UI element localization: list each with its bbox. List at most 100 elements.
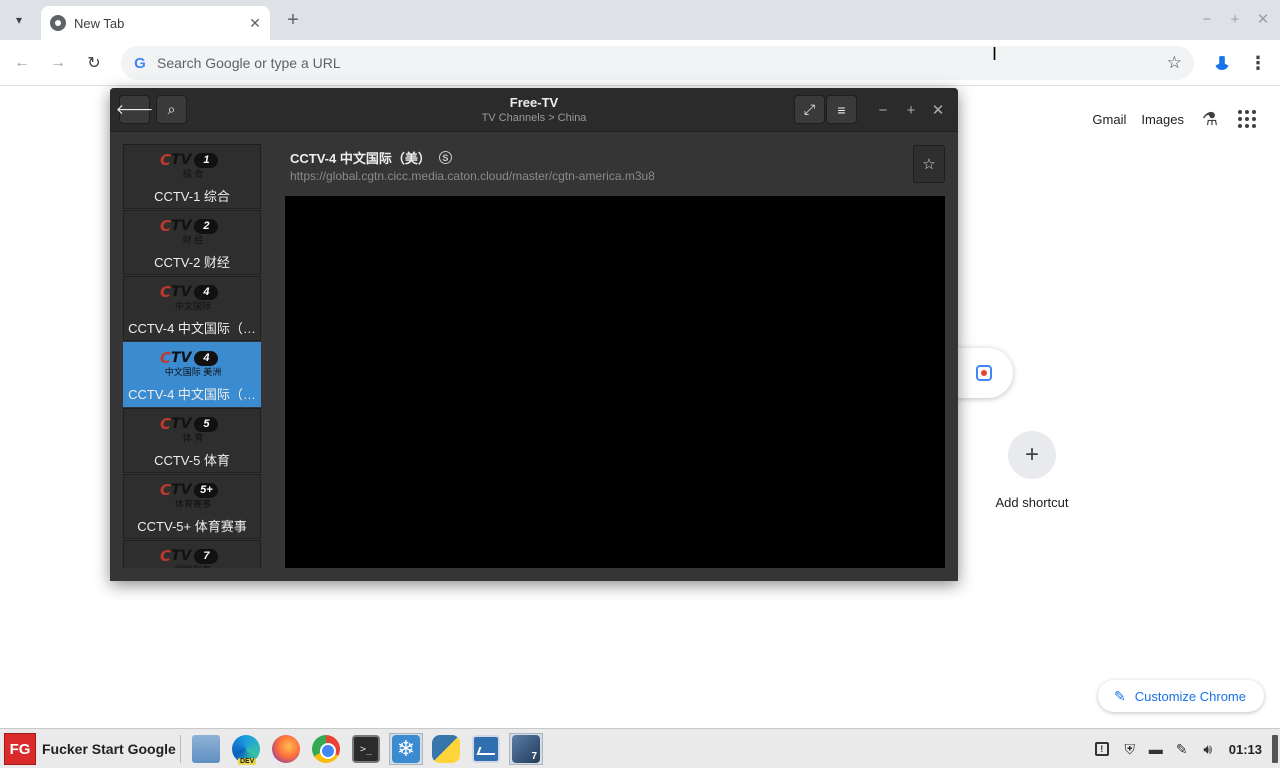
- text-cursor-icon: I: [992, 44, 998, 64]
- back-button[interactable]: ←: [10, 51, 34, 75]
- start-logo-icon: FG: [4, 733, 36, 765]
- labs-flask-icon[interactable]: ⚗: [1199, 108, 1221, 130]
- reload-button[interactable]: ↻: [82, 51, 106, 75]
- python-launcher[interactable]: [429, 733, 463, 765]
- menu-button[interactable]: ≡: [826, 95, 857, 124]
- free-tv-icon: [512, 735, 540, 763]
- minimize-icon[interactable]: −: [1198, 8, 1216, 30]
- profile-button[interactable]: [1210, 51, 1234, 75]
- tab-title: New Tab: [74, 15, 125, 31]
- logo-number: 5+: [194, 482, 219, 498]
- cctv-logo-icon: C TV 5+: [160, 481, 226, 499]
- logo-tv-text: TV: [171, 218, 192, 234]
- maximize-icon[interactable]: +: [901, 100, 921, 120]
- new-tab-button[interactable]: +: [282, 9, 304, 31]
- update-notifier-icon[interactable]: !: [1094, 742, 1109, 756]
- channel-item[interactable]: C TV 5 体 育 CCTV-5 体育: [123, 408, 261, 473]
- omnibox-input[interactable]: [157, 55, 1194, 71]
- close-icon[interactable]: ✕: [1254, 8, 1272, 30]
- channel-name: CCTV-4 中文国际（…: [128, 321, 256, 336]
- volume-icon[interactable]: 🔊︎: [1197, 738, 1219, 760]
- snowflake-icon: ❄: [392, 735, 420, 763]
- logo-tv-text: TV: [171, 350, 192, 366]
- pencil-icon: ✎: [1114, 687, 1126, 704]
- favorite-button[interactable]: ☆: [913, 145, 945, 183]
- shield-icon[interactable]: ⛨: [1119, 738, 1141, 760]
- logo-c-text: C: [160, 415, 171, 433]
- logo-number: 7: [194, 548, 219, 564]
- free-tv-launcher[interactable]: [509, 733, 543, 765]
- free-tv-window: 🡐 ⌕ Free-TV TV Channels > China ⤢ ≡ − + …: [110, 88, 958, 581]
- snowflake-launcher[interactable]: ❄: [389, 733, 423, 765]
- free-tv-headerbar: 🡐 ⌕ Free-TV TV Channels > China ⤢ ≡ − + …: [110, 88, 958, 132]
- cctv-logo-icon: C TV 4: [160, 283, 226, 301]
- stream-url: https://global.cgtn.cicc.media.caton.clo…: [290, 169, 655, 183]
- logo-subtitle: 中文国际 美洲: [164, 367, 222, 377]
- firefox-launcher[interactable]: [269, 733, 303, 765]
- cctv-logo-icon: C TV 7: [160, 547, 226, 565]
- maximize-icon[interactable]: +: [1226, 8, 1244, 30]
- channel-item[interactable]: CTV7国防军事: [123, 540, 261, 568]
- start-button[interactable]: FG Fucker Start Google: [4, 733, 176, 765]
- channel-item[interactable]: C TV 2 财 经 CCTV-2 财经: [123, 210, 261, 275]
- channel-item[interactable]: C TV 5+ 体育赛事 CCTV-5+ 体育赛事: [123, 474, 261, 539]
- logo-subtitle: 中文国际: [174, 301, 211, 311]
- chrome-launcher[interactable]: [309, 733, 343, 765]
- browser-toolbar: ← → ↻ G ☆ ⋮: [0, 40, 1280, 86]
- edge-dev-launcher[interactable]: [229, 733, 263, 765]
- cctv-logo-icon: C TV 2: [160, 217, 226, 235]
- images-link[interactable]: Images: [1141, 112, 1184, 127]
- logo-subtitle: 综 合: [182, 169, 204, 179]
- hamburger-icon: ≡: [837, 101, 846, 118]
- logo-c-text: C: [160, 151, 171, 169]
- python-icon: [432, 735, 460, 763]
- arrow-right-icon: →: [50, 54, 66, 71]
- minimize-icon[interactable]: −: [873, 100, 893, 120]
- logo-tv-text: TV: [171, 152, 192, 168]
- channel-name: CCTV-2 财经: [154, 255, 230, 270]
- logo-subtitle: 体育赛事: [174, 499, 211, 509]
- channel-title: CCTV-4 中文国际（美）: [290, 151, 431, 166]
- arrow-left-icon: ←: [14, 54, 30, 71]
- taskbar-separator: [180, 735, 181, 763]
- edge-dev-icon: [232, 735, 260, 765]
- forward-button[interactable]: →: [46, 51, 70, 75]
- close-icon[interactable]: ✕: [928, 100, 948, 120]
- logo-number: 1: [194, 152, 219, 168]
- video-player[interactable]: [285, 196, 945, 568]
- gmail-link[interactable]: Gmail: [1092, 112, 1126, 127]
- logo-number: 4: [194, 284, 219, 300]
- google-lens-icon[interactable]: [976, 365, 992, 381]
- clock[interactable]: 01:13: [1229, 742, 1262, 757]
- google-apps-icon[interactable]: [1236, 108, 1258, 130]
- keyboard-icon[interactable]: ▬: [1145, 738, 1167, 760]
- fullscreen-button[interactable]: ⤢: [794, 95, 825, 124]
- pen-icon[interactable]: ✎: [1171, 738, 1193, 760]
- tab-search-button[interactable]: ▾: [8, 9, 30, 31]
- logo-number: 4: [194, 350, 219, 366]
- tab-new-tab[interactable]: New Tab ✕: [41, 6, 270, 40]
- bookmark-star-icon[interactable]: ☆: [1167, 53, 1182, 73]
- channel-list[interactable]: C TV 1 综 合 CCTV-1 综合 C TV 2 财 经 CCTV-2 财经 C TV 4 中文国际…: [123, 144, 261, 568]
- chevron-down-icon: ▾: [15, 13, 23, 27]
- channel-item[interactable]: C TV 4 中文国际 美洲 CCTV-4 中文国际（…: [123, 342, 261, 407]
- terminal-launcher[interactable]: >_: [349, 733, 383, 765]
- plus-icon: +: [1008, 431, 1056, 479]
- logo-c-text: C: [160, 283, 171, 301]
- customize-chrome-button[interactable]: ✎ Customize Chrome: [1098, 680, 1264, 712]
- channel-item[interactable]: C TV 1 综 合 CCTV-1 综合: [123, 144, 261, 209]
- logo-c-text: C: [160, 217, 171, 235]
- chrome-icon: [312, 735, 340, 763]
- show-desktop-button[interactable]: [1272, 735, 1278, 763]
- system-tray: ! ⛨ ▬ ✎ 🔊︎ 01:13: [1094, 729, 1280, 768]
- close-tab-icon[interactable]: ✕: [246, 14, 264, 32]
- chrome-menu-button[interactable]: ⋮: [1248, 51, 1268, 75]
- system-monitor-launcher[interactable]: [469, 733, 503, 765]
- file-manager-launcher[interactable]: [189, 733, 223, 765]
- channel-item[interactable]: C TV 4 中文国际 CCTV-4 中文国际（…: [123, 276, 261, 341]
- tab-strip: ▾ New Tab ✕ + − + ✕: [0, 0, 1280, 40]
- taskbar: FG Fucker Start Google >_ ❄ ! ⛨ ▬ ✎ 🔊︎ 0…: [0, 728, 1280, 768]
- omnibox[interactable]: G ☆: [121, 46, 1194, 80]
- logo-tv-text: TV: [171, 284, 192, 300]
- add-shortcut[interactable]: + Add shortcut: [986, 431, 1078, 510]
